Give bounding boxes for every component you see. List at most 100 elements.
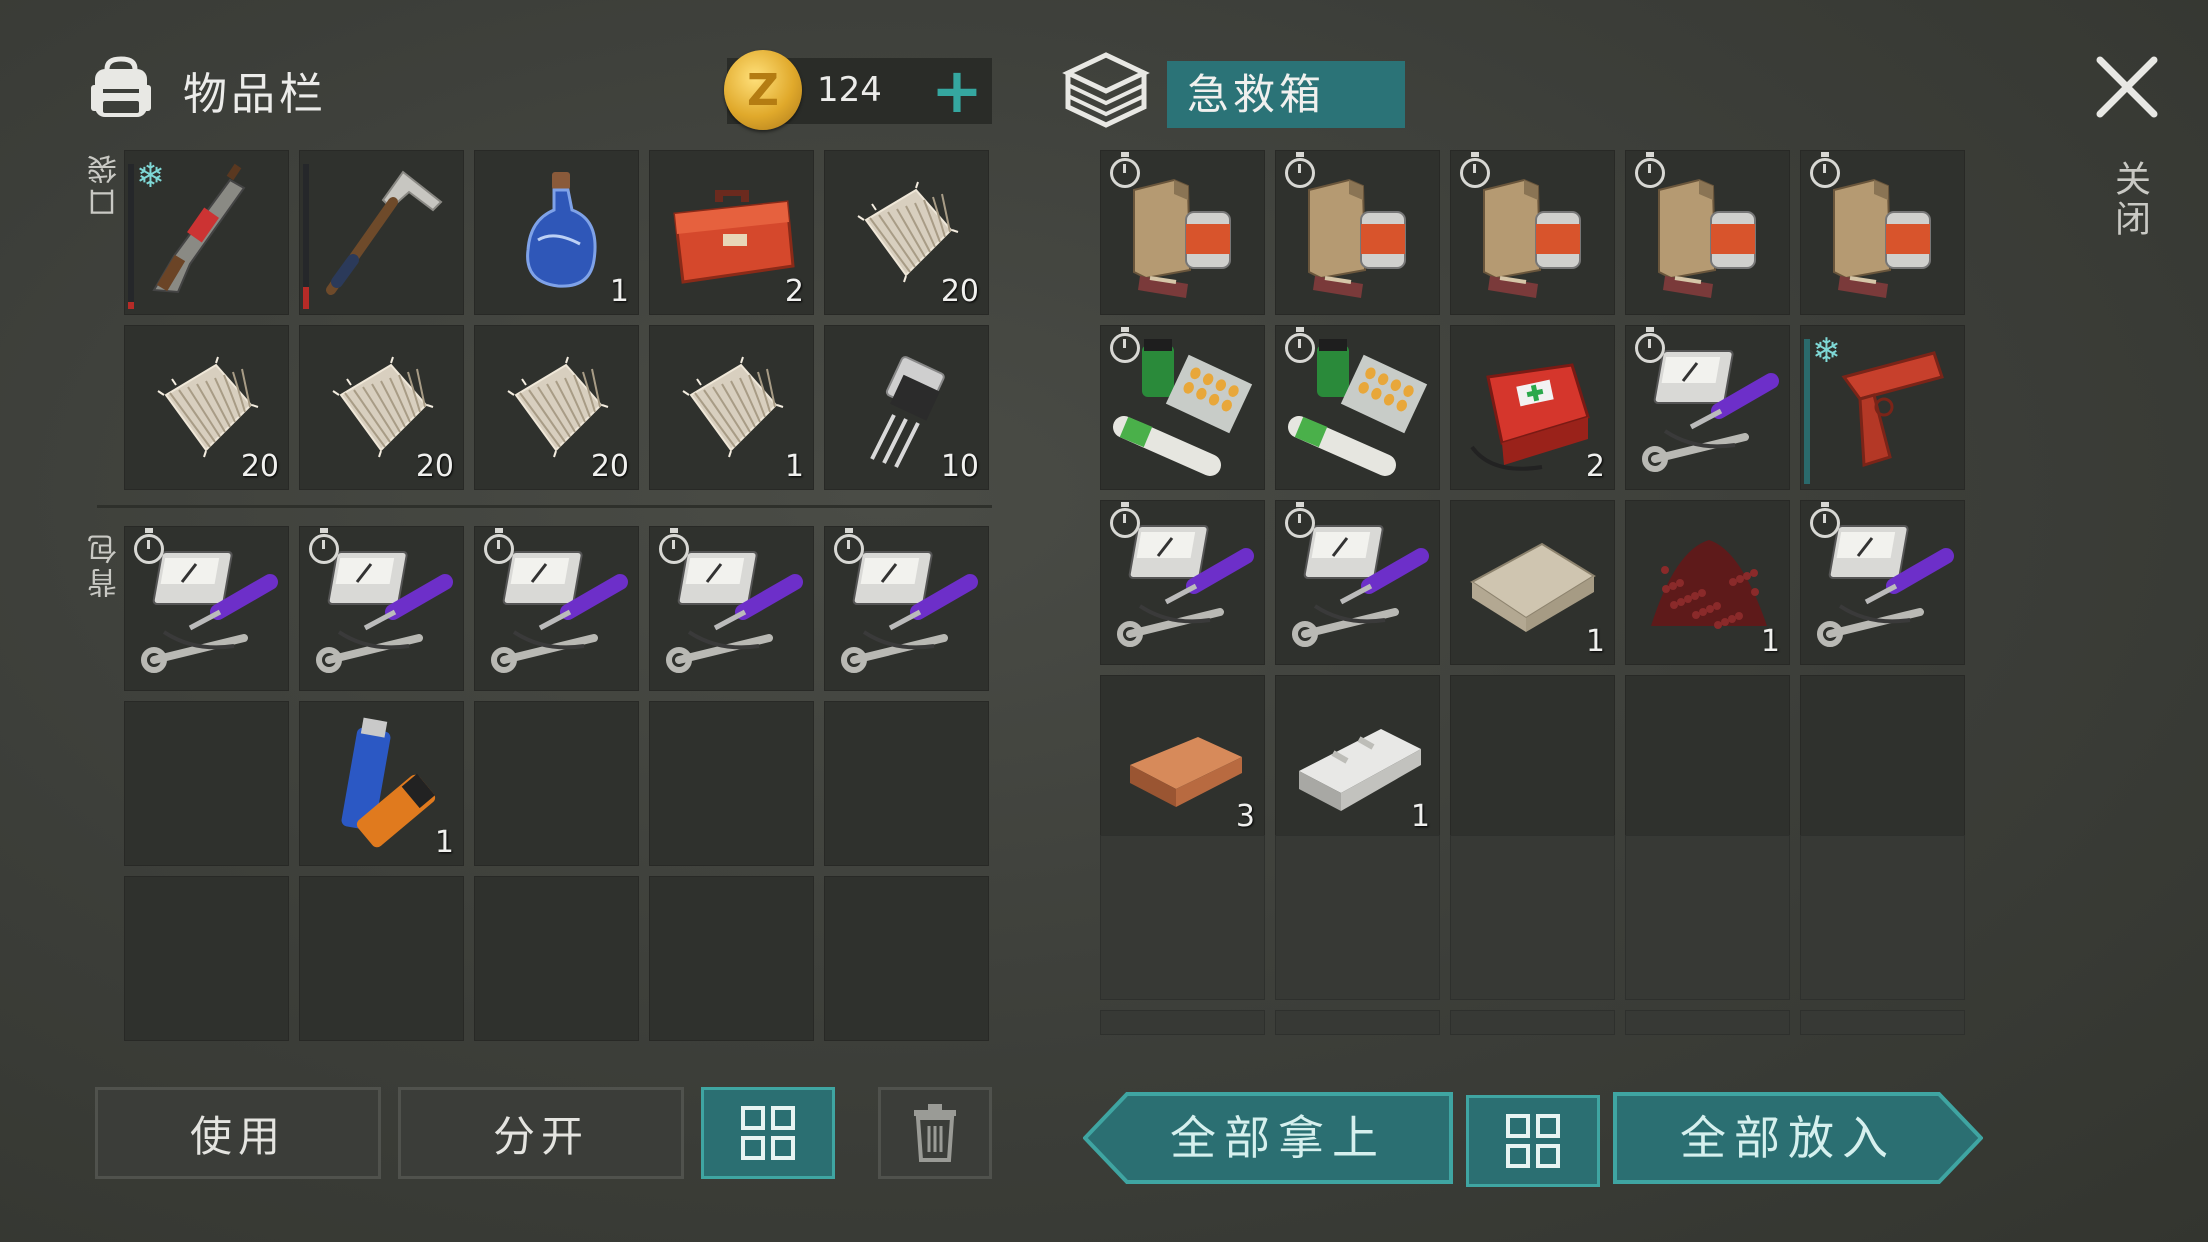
item-slot[interactable]: 1 xyxy=(474,150,639,315)
item-slot[interactable] xyxy=(824,526,989,691)
use-button[interactable]: 使用 xyxy=(95,1087,381,1179)
stopwatch-icon xyxy=(834,528,864,564)
item-slot[interactable]: 1 xyxy=(1275,675,1440,840)
stopwatch-icon xyxy=(1110,327,1140,363)
empty-slot[interactable] xyxy=(1100,835,1265,1000)
empty-slot[interactable] xyxy=(1100,1010,1265,1035)
item-count: 3 xyxy=(1235,799,1255,834)
empty-slot[interactable] xyxy=(1450,1010,1615,1035)
empty-slot[interactable] xyxy=(1800,835,1965,1000)
frozen-icon: ❄ xyxy=(1812,331,1841,371)
item-count: 10 xyxy=(940,449,979,484)
item-slot[interactable]: ❄ xyxy=(1800,325,1965,490)
add-coins-button[interactable]: + xyxy=(927,58,987,124)
item-slot[interactable] xyxy=(1100,150,1265,315)
empty-slot[interactable] xyxy=(299,876,464,1041)
item-slot[interactable]: 1 xyxy=(299,701,464,866)
item-count: 1 xyxy=(609,274,629,309)
pocket-grid: ❄ 1 2 20 20 20 20 1 10 xyxy=(124,150,989,490)
empty-slot[interactable] xyxy=(1275,835,1440,1000)
item-slot[interactable]: 10 xyxy=(824,325,989,490)
sort-inventory-button[interactable] xyxy=(701,1087,835,1179)
item-slot[interactable]: 1 xyxy=(1625,500,1790,665)
empty-slot[interactable] xyxy=(1450,835,1615,1000)
item-slot[interactable] xyxy=(124,526,289,691)
trash-icon xyxy=(914,1104,956,1162)
empty-slot[interactable] xyxy=(124,701,289,866)
stopwatch-icon xyxy=(659,528,689,564)
hammer-icon xyxy=(326,170,443,295)
empty-slot[interactable] xyxy=(124,876,289,1041)
item-slot[interactable] xyxy=(299,150,464,315)
chest-icon xyxy=(1062,52,1150,128)
chest-empty-row xyxy=(1100,835,1965,1000)
pocket-label: 口袋 xyxy=(88,150,123,218)
item-slot[interactable] xyxy=(1625,325,1790,490)
durability-fill xyxy=(303,287,309,309)
empty-slot[interactable] xyxy=(1625,675,1790,840)
coin-icon: Z xyxy=(724,50,802,130)
item-count: 1 xyxy=(784,449,804,484)
put-all-button[interactable]: 全部放入 xyxy=(1613,1092,1983,1184)
item-slot[interactable] xyxy=(1275,150,1440,315)
empty-slot[interactable] xyxy=(1450,675,1615,840)
empty-slot[interactable] xyxy=(1625,835,1790,1000)
inventory-header: 物品栏 xyxy=(85,50,327,130)
take-all-button[interactable]: 全部拿上 xyxy=(1083,1092,1453,1184)
item-slot[interactable] xyxy=(1100,500,1265,665)
item-slot[interactable]: 1 xyxy=(649,325,814,490)
empty-slot[interactable] xyxy=(1275,1010,1440,1035)
item-slot[interactable] xyxy=(649,526,814,691)
item-slot[interactable] xyxy=(1100,325,1265,490)
item-slot[interactable]: 3 xyxy=(1100,675,1265,840)
item-slot[interactable]: 20 xyxy=(299,325,464,490)
item-count: 20 xyxy=(940,274,979,309)
item-slot[interactable]: 1 xyxy=(1450,500,1615,665)
coin-balance: Z 124 + xyxy=(724,50,992,130)
close-icon[interactable] xyxy=(2092,52,2162,122)
item-slot[interactable] xyxy=(1625,150,1790,315)
sort-grid-icon xyxy=(1506,1114,1560,1168)
item-slot[interactable] xyxy=(299,526,464,691)
item-slot[interactable]: 20 xyxy=(824,150,989,315)
empty-slot[interactable] xyxy=(1625,1010,1790,1035)
empty-slot[interactable] xyxy=(649,701,814,866)
item-slot[interactable] xyxy=(1275,325,1440,490)
empty-slot[interactable] xyxy=(1800,1010,1965,1035)
empty-slot[interactable] xyxy=(1800,675,1965,840)
backpack-label: 背包 xyxy=(88,530,123,598)
stopwatch-icon xyxy=(1635,327,1665,363)
item-slot[interactable] xyxy=(1450,150,1615,315)
empty-slot[interactable] xyxy=(474,701,639,866)
inventory-screen: 物品栏 Z 124 + 急救箱 关闭 口袋 背包 ❄ 1 2 20 20 20 … xyxy=(0,0,2208,1242)
item-slot[interactable]: 20 xyxy=(124,325,289,490)
durability-bar xyxy=(303,164,309,309)
chest-title: 急救箱 xyxy=(1167,61,1405,128)
stopwatch-icon xyxy=(309,528,339,564)
durability-bar xyxy=(1804,339,1810,484)
empty-slot[interactable] xyxy=(474,876,639,1041)
sort-chest-button[interactable] xyxy=(1466,1095,1600,1187)
item-slot[interactable] xyxy=(1800,150,1965,315)
chest-grid: 2 ❄ 1 1 3 1 xyxy=(1100,150,1965,840)
put-all-label: 全部放入 xyxy=(1680,1111,1896,1165)
item-slot[interactable]: 20 xyxy=(474,325,639,490)
item-slot[interactable] xyxy=(1800,500,1965,665)
stopwatch-icon xyxy=(1460,152,1490,188)
split-button[interactable]: 分开 xyxy=(398,1087,684,1179)
item-slot[interactable]: ❄ xyxy=(124,150,289,315)
empty-slot[interactable] xyxy=(649,876,814,1041)
item-count: 20 xyxy=(240,449,279,484)
empty-slot[interactable] xyxy=(824,876,989,1041)
item-slot[interactable] xyxy=(1275,500,1440,665)
item-slot[interactable] xyxy=(474,526,639,691)
item-count: 2 xyxy=(784,274,804,309)
item-slot[interactable]: 2 xyxy=(1450,325,1615,490)
empty-slot[interactable] xyxy=(824,701,989,866)
trash-button[interactable] xyxy=(878,1087,992,1179)
stopwatch-icon xyxy=(1285,327,1315,363)
chest-partial-row xyxy=(1100,1010,1965,1035)
stopwatch-icon xyxy=(1635,152,1665,188)
close-label[interactable]: 关闭 xyxy=(2103,160,2155,240)
item-slot[interactable]: 2 xyxy=(649,150,814,315)
